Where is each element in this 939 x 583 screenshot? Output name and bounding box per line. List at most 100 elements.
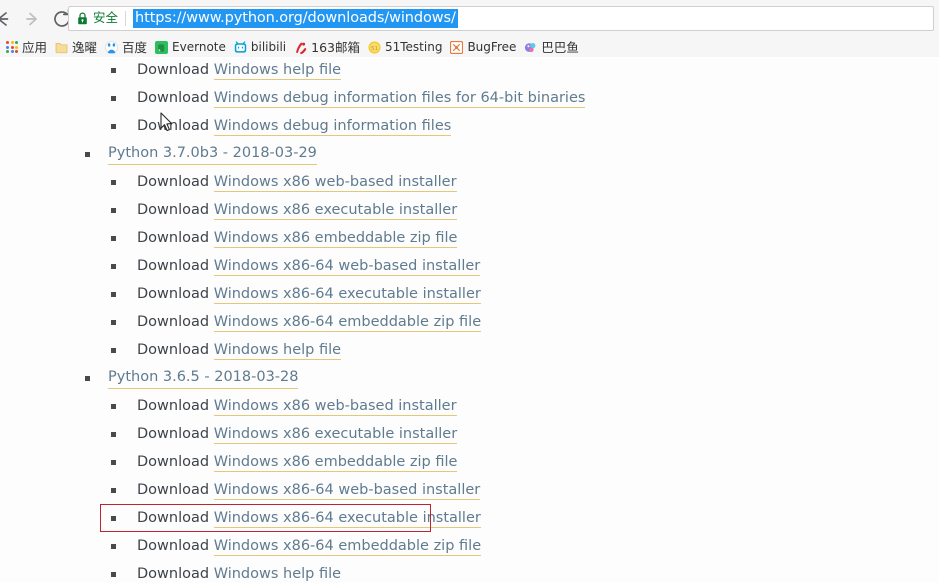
forward-arrow-icon xyxy=(26,12,37,25)
download-list-item: Download Windows help file xyxy=(0,560,939,583)
download-row-text: Download Windows debug information files xyxy=(137,116,452,136)
bookmark-evernote[interactable]: Evernote xyxy=(152,38,231,56)
bookmark-apps-label: 应用 xyxy=(22,39,48,55)
list-bullet xyxy=(111,291,116,297)
download-prefix-label: Download xyxy=(137,454,214,470)
release-list-item: Python 3.7.0b3 - 2018-03-29 xyxy=(0,140,939,168)
release-version-link[interactable]: Python 3.7.0b3 - 2018-03-29 xyxy=(108,143,317,165)
download-link[interactable]: Windows x86 embeddable zip file xyxy=(213,230,458,248)
list-bullet xyxy=(111,235,116,241)
bookmark-label: bilibili xyxy=(250,39,287,54)
download-list-item: Download Windows help file xyxy=(0,58,939,84)
bookmark-label: Evernote xyxy=(172,39,226,54)
download-list-item: Download Windows x86-64 executable insta… xyxy=(0,504,939,532)
back-arrow-icon xyxy=(0,11,9,26)
address-bar[interactable]: 安全 https://www.python.org/downloads/wind… xyxy=(68,6,934,31)
list-bullet xyxy=(111,207,116,213)
svg-text:51: 51 xyxy=(371,46,379,52)
download-row-text: Download Windows help file xyxy=(137,340,342,360)
list-bullet xyxy=(111,571,116,577)
bookmark-163mail[interactable]: 163邮箱 xyxy=(291,38,365,56)
list-bullet xyxy=(85,151,90,157)
download-prefix-label: Download xyxy=(137,286,214,302)
list-bullet xyxy=(111,95,116,101)
download-link[interactable]: Windows debug information files xyxy=(213,118,452,136)
download-link[interactable]: Windows x86 web-based installer xyxy=(213,398,457,416)
download-prefix-label: Download xyxy=(137,230,214,246)
list-bullet xyxy=(111,123,116,129)
bookmark-51testing[interactable]: 51 51Testing xyxy=(365,38,447,56)
download-prefix-label: Download xyxy=(137,314,214,330)
list-bullet xyxy=(111,459,116,465)
download-link[interactable]: Windows debug information files for 64-b… xyxy=(213,90,586,108)
download-link[interactable]: Windows help file xyxy=(213,342,342,360)
download-row-text: Download Windows x86-64 web-based instal… xyxy=(137,256,481,276)
bilibili-icon xyxy=(234,40,247,53)
download-link[interactable]: Windows x86-64 web-based installer xyxy=(213,482,481,500)
download-prefix-label: Download xyxy=(137,482,214,498)
baidu-icon xyxy=(105,40,118,54)
list-bullet xyxy=(111,403,116,409)
download-prefix-label: Download xyxy=(137,538,214,554)
download-row-text: Download Windows debug information files… xyxy=(137,88,586,108)
download-row-text: Download Windows x86 executable installe… xyxy=(137,200,458,220)
forward-button[interactable] xyxy=(18,5,46,33)
bookmark-label: BugFree xyxy=(467,39,517,54)
bookmark-baidu[interactable]: 百度 xyxy=(102,38,152,56)
download-prefix-label: Download xyxy=(137,118,214,134)
download-row-text: Download Windows x86-64 executable insta… xyxy=(137,284,481,304)
download-prefix-label: Download xyxy=(137,426,214,442)
download-prefix-label: Download xyxy=(137,174,214,190)
download-link[interactable]: Windows x86-64 executable installer xyxy=(213,286,481,304)
download-list-item: Download Windows x86-64 embeddable zip f… xyxy=(0,308,939,336)
download-list-item: Download Windows x86 executable installe… xyxy=(0,196,939,224)
bookmark-label: 巴巴鱼 xyxy=(541,39,579,55)
back-button[interactable] xyxy=(0,5,16,33)
download-link[interactable]: Windows help file xyxy=(213,566,342,583)
list-bullet xyxy=(111,319,116,325)
download-list-item: Download Windows x86-64 executable insta… xyxy=(0,280,939,308)
download-link[interactable]: Windows x86 embeddable zip file xyxy=(213,454,458,472)
download-row-text: Download Windows x86-64 executable insta… xyxy=(137,508,481,528)
bookmark-bugfree[interactable]: BugFree xyxy=(447,38,521,56)
bookmark-label: 逸曜 xyxy=(72,39,98,55)
bookmark-babayu[interactable]: 巴巴鱼 xyxy=(521,38,584,56)
download-prefix-label: Download xyxy=(137,258,214,274)
apps-grid-icon xyxy=(6,41,18,53)
download-row-text: Download Windows x86 embeddable zip file xyxy=(137,452,458,472)
download-link[interactable]: Windows x86 web-based installer xyxy=(213,174,457,192)
download-link[interactable]: Windows x86-64 embeddable zip file xyxy=(213,538,482,556)
download-list-item: Download Windows x86 executable installe… xyxy=(0,420,939,448)
release-list-item: Python 3.6.5 - 2018-03-28 xyxy=(0,364,939,392)
download-link[interactable]: Windows x86 executable installer xyxy=(213,202,458,220)
bookmark-yiyao[interactable]: 逸曜 xyxy=(52,38,102,56)
security-indicator[interactable]: 安全 xyxy=(69,7,125,30)
list-bullet xyxy=(85,375,90,381)
bookmark-apps[interactable]: 应用 xyxy=(3,38,52,56)
release-version-link[interactable]: Python 3.6.5 - 2018-03-28 xyxy=(108,367,299,389)
download-prefix-label: Download xyxy=(137,342,214,358)
browser-chrome: 安全 https://www.python.org/downloads/wind… xyxy=(0,0,939,57)
netease-icon xyxy=(296,42,307,54)
list-bullet xyxy=(111,431,116,437)
download-prefix-label: Download xyxy=(137,90,214,106)
download-list-item: Download Windows x86-64 web-based instal… xyxy=(0,252,939,280)
download-row-text: Download Windows x86 web-based installer xyxy=(137,172,457,192)
download-link[interactable]: Windows x86-64 embeddable zip file xyxy=(213,314,482,332)
bookmarks-bar: 应用 逸曜 百度 Evernote bilibili 163邮箱 51 51Te… xyxy=(0,37,939,57)
bookmark-bilibili[interactable]: bilibili xyxy=(231,38,291,56)
download-link[interactable]: Windows x86 executable installer xyxy=(213,426,458,444)
download-list-item: Download Windows x86-64 embeddable zip f… xyxy=(0,532,939,560)
51testing-icon: 51 xyxy=(368,40,381,54)
download-prefix-label: Download xyxy=(137,566,214,582)
download-row-text: Download Windows help file xyxy=(137,564,342,583)
download-prefix-label: Download xyxy=(137,398,214,414)
download-link[interactable]: Windows x86-64 web-based installer xyxy=(213,258,481,276)
download-link[interactable]: Windows help file xyxy=(213,62,342,80)
lock-icon xyxy=(78,12,87,25)
download-prefix-label: Download xyxy=(137,62,214,78)
download-row-text: Download Windows x86 executable installe… xyxy=(137,424,458,444)
folder-icon xyxy=(55,42,68,53)
url-text[interactable]: https://www.python.org/downloads/windows… xyxy=(133,9,458,28)
download-link[interactable]: Windows x86-64 executable installer xyxy=(213,510,481,528)
